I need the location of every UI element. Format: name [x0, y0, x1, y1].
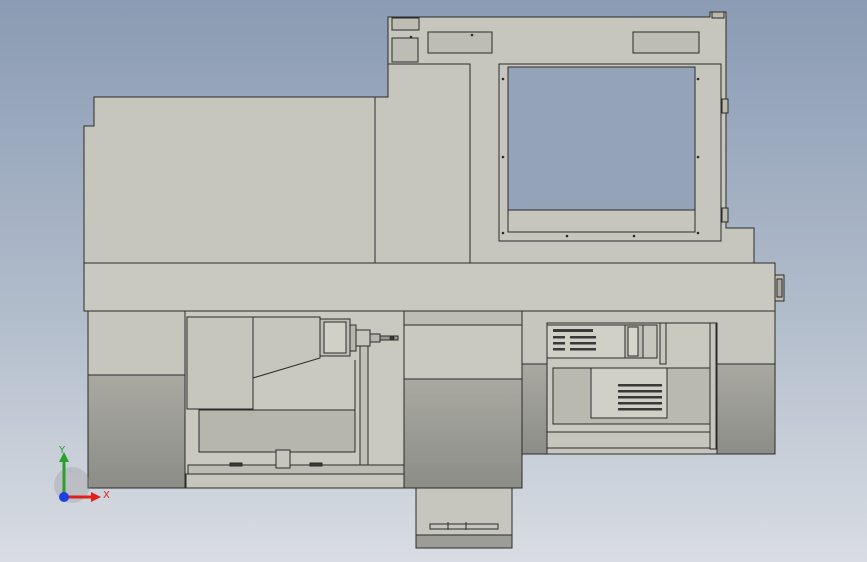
base-left	[87, 310, 186, 489]
x-axis-label: X	[103, 490, 110, 501]
frame-window	[507, 66, 696, 211]
y-axis-label: Y	[58, 445, 66, 456]
bed-beam	[83, 262, 785, 312]
head-housing	[83, 63, 471, 264]
machine-drawing: Y X	[54, 11, 785, 549]
cad-viewport[interactable]: Y X	[0, 0, 867, 562]
center-slide	[403, 310, 523, 549]
z-axis-dot	[59, 492, 69, 502]
